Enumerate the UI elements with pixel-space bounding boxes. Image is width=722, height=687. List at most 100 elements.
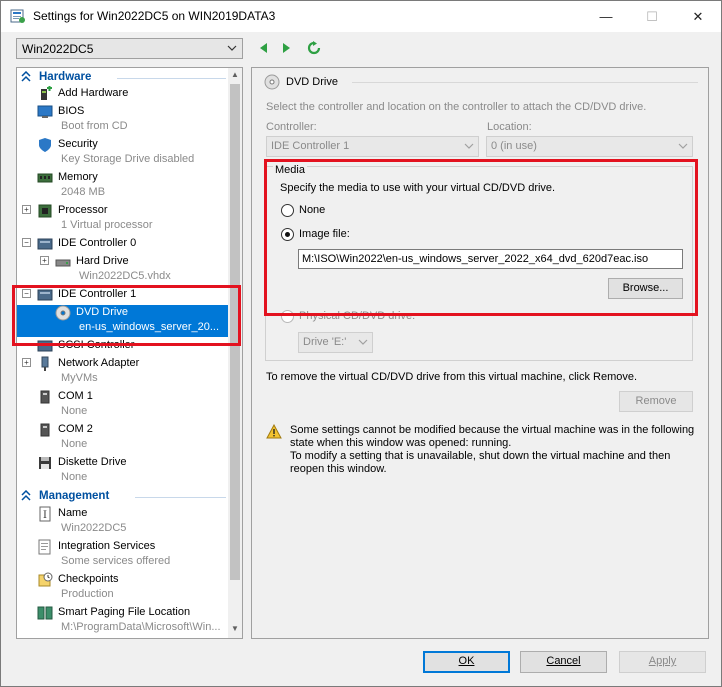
remove-button-label: Remove	[635, 395, 677, 407]
sidebar-item-detail: Boot from CD	[61, 120, 128, 132]
warning-text-line-1: Some settings cannot be modified because…	[290, 424, 695, 436]
apply-button[interactable]: Apply	[619, 651, 706, 673]
settings-window: Settings for Win2022DC5 on WIN2019DATA3 …	[0, 0, 722, 687]
refresh-icon[interactable]	[307, 41, 321, 55]
collapse-chevron-icon	[21, 71, 31, 82]
controller-label: Controller:	[266, 121, 317, 133]
highlight-box-dvd-selection	[12, 285, 241, 346]
sidebar-item-detail: M:\ProgramData\Microsoft\Win...	[61, 621, 221, 633]
sidebar-item-label: BIOS	[58, 105, 85, 117]
sidebar-item-detail: None	[61, 471, 88, 483]
controller-icon	[37, 238, 53, 250]
settings-app-icon	[10, 9, 25, 23]
svg-text:I: I	[43, 510, 47, 521]
ok-button[interactable]: OK	[423, 651, 510, 673]
maximize-button[interactable]: ☐	[629, 1, 675, 32]
sidebar-item-label: Memory	[58, 171, 98, 183]
com-port-icon	[40, 390, 50, 404]
sidebar-item-diskette-drive[interactable]: Diskette Drive None	[17, 455, 228, 487]
sidebar-item-detail: Key Storage Drive disabled	[61, 153, 195, 165]
memory-icon	[37, 173, 53, 183]
management-section-label: Management	[39, 490, 110, 502]
paging-icon	[37, 606, 53, 620]
name-icon: I	[39, 506, 51, 522]
controller-dropdown[interactable]: IDE Controller 1	[266, 136, 479, 157]
sidebar-item-detail: None	[61, 405, 88, 417]
sidebar-item-com-2[interactable]: COM 2 None	[17, 422, 228, 454]
sidebar-item-bios[interactable]: BIOS Boot from CD	[17, 104, 228, 136]
title-bar: Settings for Win2022DC5 on WIN2019DATA3 …	[1, 1, 721, 32]
location-label: Location:	[487, 121, 532, 133]
sidebar-item-detail: Win2022DC5	[61, 522, 127, 534]
highlight-box-media	[264, 159, 698, 316]
remove-button[interactable]: Remove	[619, 391, 693, 412]
expand-toggle[interactable]: +	[22, 205, 31, 214]
hard-drive-icon	[55, 259, 71, 267]
collapse-toggle[interactable]: −	[22, 238, 31, 247]
sidebar-item-label: Processor	[58, 204, 108, 216]
hardware-section-label: Hardware	[39, 71, 92, 83]
sidebar-item-detail: Production	[61, 588, 114, 600]
processor-icon	[38, 204, 52, 218]
diskette-icon	[39, 457, 51, 469]
location-dropdown[interactable]: 0 (in use)	[486, 136, 693, 157]
sidebar-item-label: Security	[58, 138, 98, 150]
section-divider	[117, 78, 226, 79]
sidebar-item-network-adapter[interactable]: + Network Adapter MyVMs	[17, 356, 228, 388]
sidebar-item-label: Network Adapter	[58, 357, 140, 369]
cancel-button[interactable]: Cancel	[520, 651, 607, 673]
sidebar-item-integration-services[interactable]: Integration Services Some services offer…	[17, 539, 228, 571]
sidebar-item-smart-paging[interactable]: Smart Paging File Location M:\ProgramDat…	[17, 605, 228, 637]
minimize-button[interactable]: —	[583, 1, 629, 32]
ok-button-label: OK	[458, 655, 475, 667]
collapse-chevron-icon	[21, 490, 31, 501]
tree-scrollbar[interactable]: ▲ ▼	[228, 68, 242, 638]
sidebar-item-memory[interactable]: Memory 2048 MB	[17, 170, 228, 202]
sidebar-item-label: Diskette Drive	[58, 456, 127, 468]
sidebar-item-checkpoints[interactable]: Checkpoints Production	[17, 572, 228, 604]
sidebar-item-label: Add Hardware	[58, 87, 129, 99]
header-divider	[352, 82, 698, 83]
sidebar-item-detail: Some services offered	[61, 555, 171, 567]
chevron-down-icon	[227, 45, 237, 51]
sidebar-item-label: COM 2	[58, 423, 93, 435]
warning-text-line-2: state when this window was opened: runni…	[290, 437, 512, 449]
physical-drive-dropdown[interactable]: Drive 'E:'	[298, 332, 373, 353]
sidebar-item-add-hardware[interactable]: Add Hardware	[17, 86, 228, 102]
apply-button-label: Apply	[648, 655, 677, 667]
sidebar-item-detail: MyVMs	[61, 372, 98, 384]
sidebar-item-hard-drive[interactable]: + Hard Drive Win2022DC5.vhdx	[17, 254, 228, 286]
expand-toggle[interactable]: +	[40, 256, 49, 265]
management-section-header[interactable]: Management	[17, 489, 228, 505]
network-icon	[41, 356, 49, 371]
controller-intro-text: Select the controller and location on th…	[266, 101, 647, 113]
scroll-up-arrow-icon[interactable]: ▲	[230, 70, 240, 82]
checkpoint-icon	[38, 572, 53, 587]
hardware-section-header[interactable]: Hardware	[17, 70, 228, 86]
sidebar-item-name[interactable]: I Name Win2022DC5	[17, 506, 228, 538]
sidebar-item-detail: 1 Virtual processor	[61, 219, 153, 231]
sidebar-item-ide-controller-0[interactable]: − IDE Controller 0	[17, 236, 228, 252]
shield-icon	[39, 138, 51, 152]
sidebar-item-processor[interactable]: + Processor 1 Virtual processor	[17, 203, 228, 235]
sidebar-item-label: Hard Drive	[76, 255, 129, 267]
bios-icon	[37, 105, 53, 118]
back-arrow-icon[interactable]	[257, 41, 271, 55]
controller-dropdown-value: IDE Controller 1	[271, 140, 350, 152]
sidebar-item-label: Integration Services	[58, 540, 156, 552]
vm-selector-value: Win2022DC5	[22, 42, 94, 56]
integration-icon	[38, 539, 51, 555]
sidebar-item-detail: Win2022DC5.vhdx	[79, 270, 171, 282]
sidebar-item-com-1[interactable]: COM 1 None	[17, 389, 228, 421]
forward-arrow-icon[interactable]	[279, 41, 293, 55]
settings-tree-panel: Hardware Add Hardware BIOS Boot from CD	[16, 67, 243, 639]
warning-text-line-3: To modify a setting that is unavailable,…	[290, 450, 671, 462]
close-button[interactable]: ✕	[675, 1, 721, 32]
chevron-down-icon	[464, 143, 474, 149]
warning-text-line-4: reopen this window.	[290, 463, 387, 475]
expand-toggle[interactable]: +	[22, 358, 31, 367]
com-port-icon	[40, 423, 50, 437]
vm-selector-dropdown[interactable]: Win2022DC5	[16, 38, 243, 59]
sidebar-item-security[interactable]: Security Key Storage Drive disabled	[17, 137, 228, 169]
scroll-down-arrow-icon[interactable]: ▼	[230, 624, 240, 636]
